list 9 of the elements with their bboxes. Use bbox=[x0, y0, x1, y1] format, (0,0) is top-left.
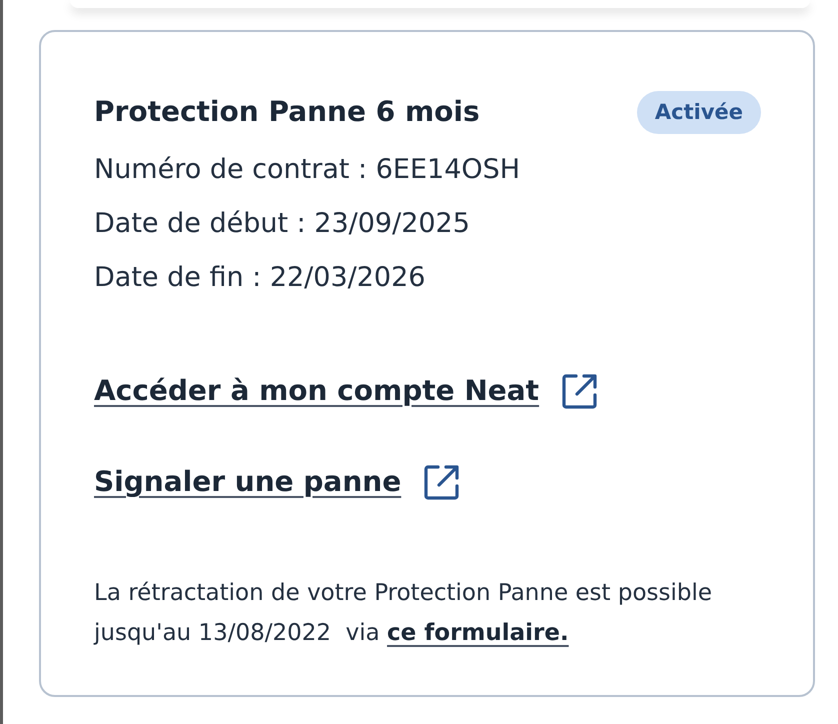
contract-detail: Date de fin : 22/03/2026 bbox=[94, 262, 426, 294]
contract-title: Protection Panne 6 mois bbox=[94, 95, 480, 129]
contract-detail: Numéro de contrat : 6EE14OSH bbox=[94, 154, 522, 186]
contract-detail: Date de début : 23/09/2025 bbox=[94, 208, 471, 240]
status-badge: Activée bbox=[636, 90, 761, 134]
form-link[interactable]: ce formulaire. bbox=[387, 620, 569, 646]
external-link[interactable]: Signaler une panne bbox=[94, 464, 402, 500]
external-link[interactable]: Accéder à mon compte Neat bbox=[94, 373, 540, 409]
withdrawal-notice: La rétractation de votre Protection Panne est possible jusqu'au 13/08/2022 via ce formulaire. bbox=[94, 579, 714, 648]
